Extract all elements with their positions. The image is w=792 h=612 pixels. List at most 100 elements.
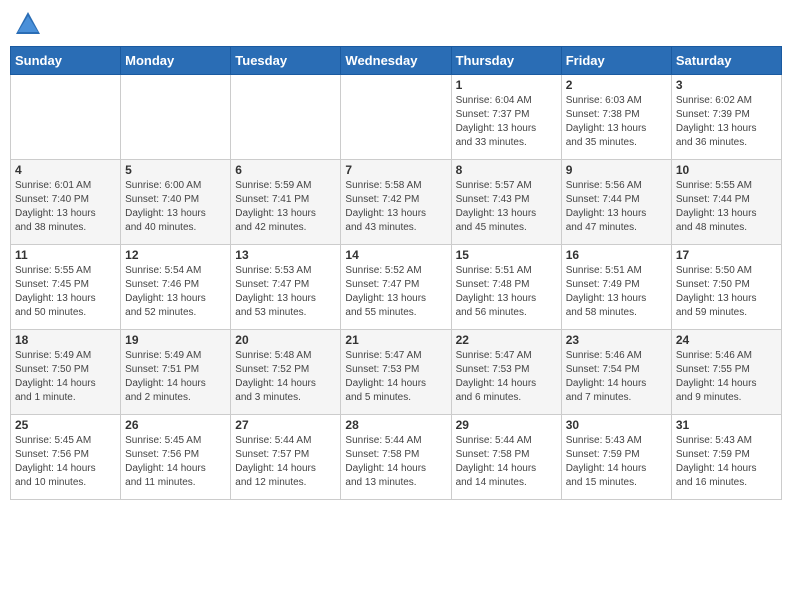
calendar-cell: 5Sunrise: 6:00 AM Sunset: 7:40 PM Daylig… [121,160,231,245]
calendar-cell: 9Sunrise: 5:56 AM Sunset: 7:44 PM Daylig… [561,160,671,245]
cell-content: Sunrise: 5:59 AM Sunset: 7:41 PM Dayligh… [235,179,336,235]
calendar-week-row: 18 Sunrise: 5:49 AM Sunset: 7:50 PM Dayli… [11,330,782,415]
day-number: 15 [456,248,557,262]
logo-icon [14,10,42,38]
cell-content: Sunrise: 5:49 AM Sunset: 7:51 PM Dayligh… [125,349,226,405]
calendar-cell: 28 Sunrise: 5:44 AM Sunset: 7:58 PM Dayli… [341,415,451,500]
calendar-cell: 30 Sunrise: 5:43 AM Sunset: 7:59 PM Dayli… [561,415,671,500]
cell-content: Sunrise: 6:02 AM Sunset: 7:39 PM Dayligh… [676,94,777,150]
cell-content: Sunrise: 5:58 AM Sunset: 7:42 PM Dayligh… [345,179,446,235]
cell-content: Sunrise: 5:51 AM Sunset: 7:48 PM Dayligh… [456,264,557,320]
day-number: 23 [566,333,667,347]
cell-content: Sunrise: 5:55 AM Sunset: 7:45 PM Dayligh… [15,264,116,320]
cell-content: Sunrise: 6:03 AM Sunset: 7:38 PM Dayligh… [566,94,667,150]
calendar-cell: 14 Sunrise: 5:52 AM Sunset: 7:47 PM Dayli… [341,245,451,330]
calendar-cell: 8 Sunrise: 5:57 AM Sunset: 7:43 PM Daylig… [451,160,561,245]
cell-content: Sunrise: 5:45 AM Sunset: 7:56 PM Dayligh… [125,434,226,490]
cell-content: Sunrise: 5:46 AM Sunset: 7:54 PM Dayligh… [566,349,667,405]
calendar-week-row: 4 Sunrise: 6:01 AM Sunset: 7:40 PM Daylig… [11,160,782,245]
calendar-cell [231,75,341,160]
page-header [10,10,782,38]
calendar-cell: 6Sunrise: 5:59 AM Sunset: 7:41 PM Daylig… [231,160,341,245]
day-number: 14 [345,248,446,262]
cell-content: Sunrise: 5:50 AM Sunset: 7:50 PM Dayligh… [676,264,777,320]
cell-content: Sunrise: 5:48 AM Sunset: 7:52 PM Dayligh… [235,349,336,405]
calendar-cell [121,75,231,160]
day-number: 22 [456,333,557,347]
day-number: 4 [15,163,116,177]
calendar-cell: 31 Sunrise: 5:43 AM Sunset: 7:59 PM Dayli… [671,415,781,500]
day-number: 24 [676,333,777,347]
calendar-cell: 25Sunrise: 5:45 AM Sunset: 7:56 PM Dayli… [11,415,121,500]
day-number: 11 [15,248,116,262]
calendar-cell: 18 Sunrise: 5:49 AM Sunset: 7:50 PM Dayli… [11,330,121,415]
calendar-week-row: 11 Sunrise: 5:55 AM Sunset: 7:45 PM Dayli… [11,245,782,330]
cell-content: Sunrise: 5:44 AM Sunset: 7:57 PM Dayligh… [235,434,336,490]
day-number: 29 [456,418,557,432]
cell-content: Sunrise: 6:04 AM Sunset: 7:37 PM Dayligh… [456,94,557,150]
calendar-cell: 10 Sunrise: 5:55 AM Sunset: 7:44 PM Dayli… [671,160,781,245]
cell-content: Sunrise: 5:44 AM Sunset: 7:58 PM Dayligh… [456,434,557,490]
day-header-tuesday: Tuesday [231,47,341,75]
calendar-cell: 12 Sunrise: 5:54 AM Sunset: 7:46 PM Dayli… [121,245,231,330]
day-header-saturday: Saturday [671,47,781,75]
cell-content: Sunrise: 5:44 AM Sunset: 7:58 PM Dayligh… [345,434,446,490]
calendar-cell: 22Sunrise: 5:47 AM Sunset: 7:53 PM Dayli… [451,330,561,415]
calendar-cell: 16Sunrise: 5:51 AM Sunset: 7:49 PM Dayli… [561,245,671,330]
day-number: 17 [676,248,777,262]
day-header-wednesday: Wednesday [341,47,451,75]
cell-content: Sunrise: 5:43 AM Sunset: 7:59 PM Dayligh… [566,434,667,490]
day-number: 27 [235,418,336,432]
cell-content: Sunrise: 5:57 AM Sunset: 7:43 PM Dayligh… [456,179,557,235]
cell-content: Sunrise: 5:47 AM Sunset: 7:53 PM Dayligh… [345,349,446,405]
day-header-thursday: Thursday [451,47,561,75]
calendar-header-row: SundayMondayTuesdayWednesdayThursdayFrid… [11,47,782,75]
calendar-cell [341,75,451,160]
day-number: 30 [566,418,667,432]
calendar-cell: 7 Sunrise: 5:58 AM Sunset: 7:42 PM Daylig… [341,160,451,245]
day-header-sunday: Sunday [11,47,121,75]
calendar-cell: 17 Sunrise: 5:50 AM Sunset: 7:50 PM Dayli… [671,245,781,330]
calendar-cell: 20 Sunrise: 5:48 AM Sunset: 7:52 PM Dayli… [231,330,341,415]
day-number: 2 [566,78,667,92]
calendar-cell: 2 Sunrise: 6:03 AM Sunset: 7:38 PM Daylig… [561,75,671,160]
calendar-table: SundayMondayTuesdayWednesdayThursdayFrid… [10,46,782,500]
calendar-cell: 11 Sunrise: 5:55 AM Sunset: 7:45 PM Dayli… [11,245,121,330]
cell-content: Sunrise: 6:01 AM Sunset: 7:40 PM Dayligh… [15,179,116,235]
day-number: 20 [235,333,336,347]
cell-content: Sunrise: 5:52 AM Sunset: 7:47 PM Dayligh… [345,264,446,320]
day-number: 28 [345,418,446,432]
day-number: 13 [235,248,336,262]
calendar-cell: 27 Sunrise: 5:44 AM Sunset: 7:57 PM Dayli… [231,415,341,500]
cell-content: Sunrise: 5:46 AM Sunset: 7:55 PM Dayligh… [676,349,777,405]
logo [10,10,42,38]
day-number: 31 [676,418,777,432]
day-number: 19 [125,333,226,347]
cell-content: Sunrise: 5:56 AM Sunset: 7:44 PM Dayligh… [566,179,667,235]
day-number: 1 [456,78,557,92]
calendar-cell: 21Sunrise: 5:47 AM Sunset: 7:53 PM Dayli… [341,330,451,415]
cell-content: Sunrise: 5:49 AM Sunset: 7:50 PM Dayligh… [15,349,116,405]
calendar-week-row: 1 Sunrise: 6:04 AM Sunset: 7:37 PM Daylig… [11,75,782,160]
day-header-monday: Monday [121,47,231,75]
day-number: 8 [456,163,557,177]
calendar-cell: 29 Sunrise: 5:44 AM Sunset: 7:58 PM Dayli… [451,415,561,500]
day-number: 5 [125,163,226,177]
day-number: 25 [15,418,116,432]
calendar-cell: 19 Sunrise: 5:49 AM Sunset: 7:51 PM Dayli… [121,330,231,415]
calendar-cell: 3 Sunrise: 6:02 AM Sunset: 7:39 PM Daylig… [671,75,781,160]
calendar-cell: 26Sunrise: 5:45 AM Sunset: 7:56 PM Dayli… [121,415,231,500]
cell-content: Sunrise: 5:54 AM Sunset: 7:46 PM Dayligh… [125,264,226,320]
day-number: 3 [676,78,777,92]
cell-content: Sunrise: 5:53 AM Sunset: 7:47 PM Dayligh… [235,264,336,320]
cell-content: Sunrise: 5:43 AM Sunset: 7:59 PM Dayligh… [676,434,777,490]
day-number: 10 [676,163,777,177]
day-number: 12 [125,248,226,262]
calendar-cell: 15 Sunrise: 5:51 AM Sunset: 7:48 PM Dayli… [451,245,561,330]
day-number: 18 [15,333,116,347]
calendar-week-row: 25 Sunrise: 5:45 AM Sunset: 7:56 PM Dayli… [11,415,782,500]
cell-content: Sunrise: 5:55 AM Sunset: 7:44 PM Dayligh… [676,179,777,235]
day-number: 16 [566,248,667,262]
calendar-cell: 13 Sunrise: 5:53 AM Sunset: 7:47 PM Dayli… [231,245,341,330]
day-number: 7 [345,163,446,177]
